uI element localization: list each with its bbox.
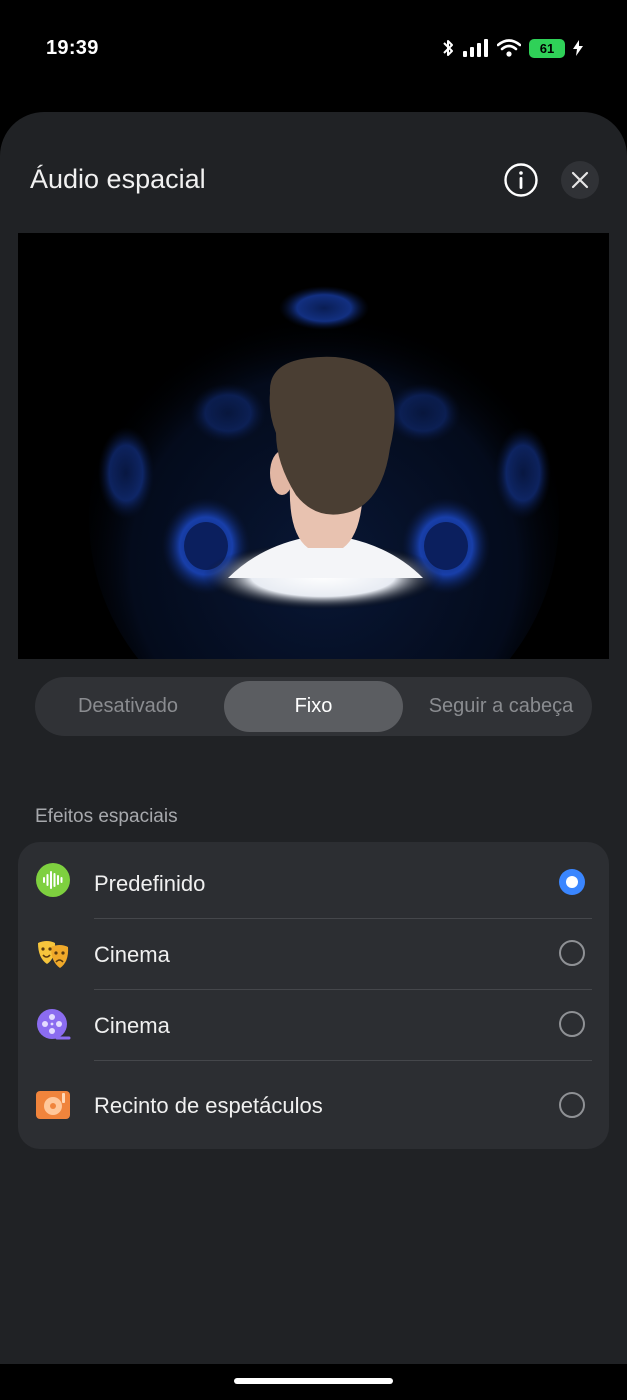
mode-option-fixed[interactable]: Fixo: [224, 681, 403, 732]
spatial-mode-selector: Desativado Fixo Seguir a cabeça: [35, 677, 592, 736]
info-button[interactable]: [503, 162, 539, 198]
concert-hall-icon: [36, 1091, 70, 1119]
head-with-speakers-illustration: [89, 286, 559, 659]
mode-option-off[interactable]: Desativado: [45, 677, 211, 736]
battery-icon: 61: [529, 38, 565, 58]
theater-masks-icon: [38, 941, 69, 968]
radio-selected[interactable]: [559, 869, 585, 895]
charging-icon: [573, 40, 583, 56]
radio-unselected[interactable]: [559, 940, 585, 966]
spatial-effects-list: Predefinido Cinema Cinema Recinto de esp…: [18, 842, 609, 1149]
spatial-audio-sheet: Áudio espacial Desativado Fixo Seguir a …: [0, 112, 627, 1364]
close-button[interactable]: [561, 161, 599, 199]
list-item-label: Recinto de espetáculos: [94, 1093, 323, 1118]
wifi-icon: [497, 39, 521, 57]
film-reel-icon: [37, 1009, 71, 1040]
status-icons: 61: [441, 38, 583, 58]
list-item-label: Cinema: [94, 1013, 170, 1038]
mode-option-head-tracking[interactable]: Seguir a cabeça: [415, 677, 587, 736]
section-label-spatial-effects: Efeitos espaciais: [35, 806, 178, 827]
list-item-cinema-film[interactable]: Cinema: [18, 990, 609, 1060]
list-item-recinto-espetaculos[interactable]: Recinto de espetáculos: [18, 1061, 609, 1149]
list-item-label: Cinema: [94, 942, 170, 967]
home-indicator[interactable]: [234, 1378, 393, 1384]
status-bar: 19:39 61: [0, 0, 627, 100]
signal-icon: [463, 39, 488, 57]
info-icon: [504, 163, 538, 197]
list-item-label: Predefinido: [94, 871, 206, 896]
radio-unselected[interactable]: [559, 1011, 585, 1037]
status-time: 19:39: [46, 37, 99, 59]
close-icon: [571, 171, 589, 189]
spatial-audio-illustration: [18, 233, 609, 659]
list-item-cinema-masks[interactable]: Cinema: [18, 919, 609, 989]
radio-unselected[interactable]: [559, 1092, 585, 1118]
battery-level: 61: [539, 40, 555, 56]
sheet-title: Áudio espacial: [30, 164, 206, 194]
soundwave-icon: [36, 863, 70, 897]
list-item-predefinido[interactable]: Predefinido: [18, 842, 609, 918]
bluetooth-icon: [443, 40, 453, 56]
